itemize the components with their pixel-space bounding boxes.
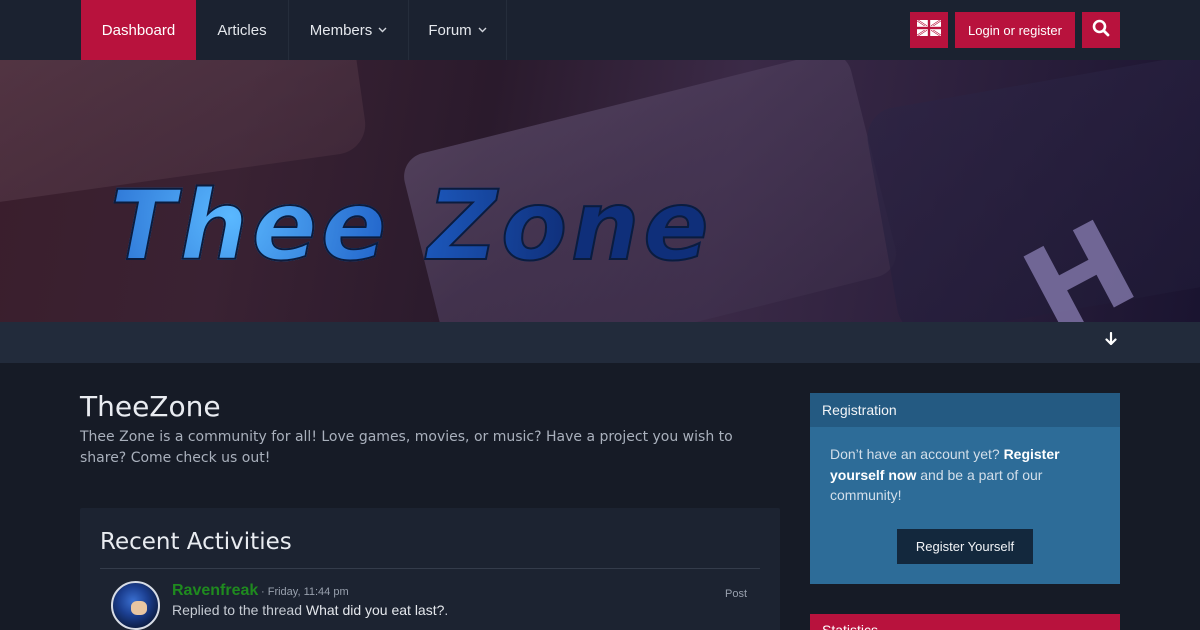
- nav-item-label: Articles: [217, 21, 267, 39]
- activity-item: Ravenfreak · Friday, 11:44 pm Post Repli…: [111, 581, 761, 630]
- site-logo[interactable]: Thee Zone: [109, 177, 712, 275]
- registration-box: Registration Don’t have an account yet? …: [810, 393, 1120, 584]
- site-banner: H Thee Zone: [0, 60, 1200, 322]
- activity-timestamp: · Friday, 11:44 pm: [261, 586, 349, 598]
- nav-item-dashboard[interactable]: Dashboard: [81, 0, 196, 60]
- login-register-label: Login or register: [968, 22, 1062, 38]
- chevron-down-icon: [378, 25, 387, 35]
- login-register-button[interactable]: Login or register: [955, 12, 1075, 48]
- page-description: Thee Zone is a community for all! Love g…: [80, 429, 733, 466]
- registration-text: Don’t have an account yet? Register your…: [810, 427, 1120, 506]
- register-button-label: Register Yourself: [915, 539, 1015, 554]
- avatar[interactable]: [111, 581, 160, 630]
- nav-item-articles[interactable]: Articles: [196, 0, 289, 60]
- nav-item-members[interactable]: Members: [289, 0, 409, 60]
- statistics-box: Statistics: [810, 614, 1120, 630]
- page-title: TheeZone: [80, 390, 221, 423]
- search-button[interactable]: [1082, 12, 1120, 48]
- uk-flag-icon: [916, 18, 942, 41]
- activity-suffix: .: [444, 602, 449, 618]
- registration-text-prefix: Don’t have an account yet?: [830, 446, 1004, 462]
- register-yourself-button[interactable]: Register Yourself: [897, 529, 1033, 564]
- activity-username[interactable]: Ravenfreak: [172, 582, 258, 600]
- recent-activities-panel: Recent Activities Ravenfreak · Friday, 1…: [80, 508, 780, 630]
- activity-action: Replied to the thread: [172, 602, 306, 618]
- registration-title: Registration: [810, 393, 1120, 427]
- activity-text: Replied to the thread What did you eat l…: [172, 602, 448, 618]
- search-icon: [1092, 19, 1110, 42]
- nav-item-forum[interactable]: Forum: [409, 0, 507, 60]
- main-nav: Dashboard Articles Members Forum: [81, 0, 507, 60]
- nav-item-label: Dashboard: [101, 21, 176, 39]
- recent-activities-title: Recent Activities: [100, 529, 292, 555]
- arrow-down-icon[interactable]: [1104, 331, 1118, 351]
- language-button[interactable]: [910, 12, 948, 48]
- nav-item-label: Forum: [428, 21, 472, 39]
- divider: [100, 568, 760, 569]
- activity-thread-link[interactable]: What did you eat last?: [306, 602, 445, 618]
- activity-type: Post: [725, 588, 748, 600]
- statistics-title: Statistics: [822, 622, 879, 630]
- nav-item-label: Members: [309, 21, 373, 39]
- breadcrumb-bar: [0, 322, 1200, 363]
- chevron-down-icon: [478, 25, 487, 35]
- top-navigation-bar: Dashboard Articles Members Forum Login o…: [0, 0, 1200, 60]
